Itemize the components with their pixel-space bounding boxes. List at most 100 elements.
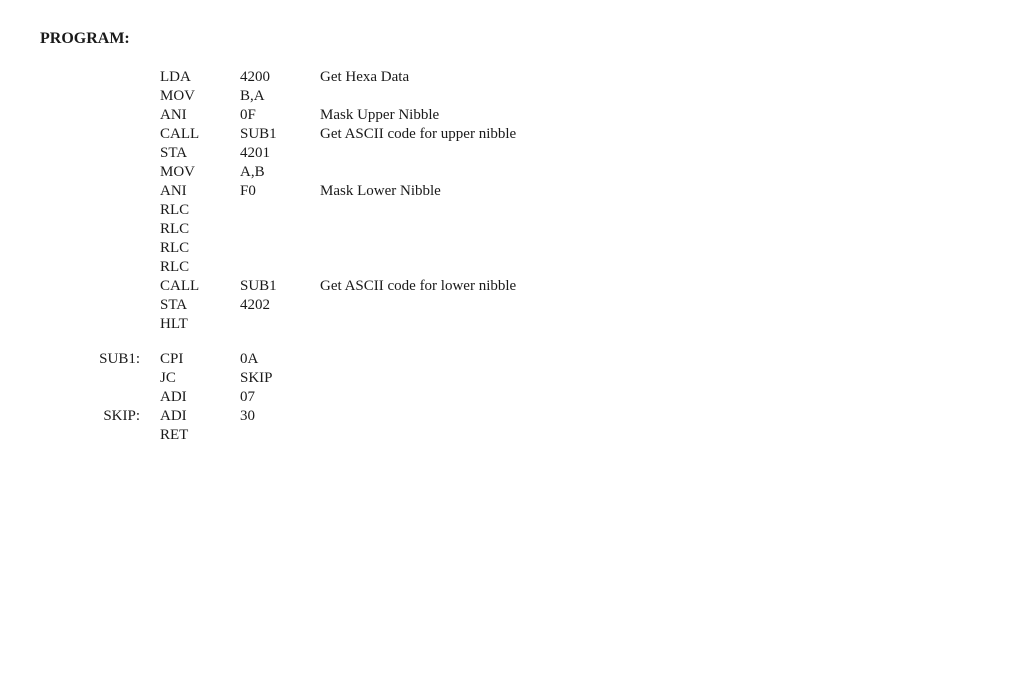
table-row: HLT xyxy=(40,315,516,334)
spacer-cell xyxy=(160,334,240,350)
comment-col: Mask Lower Nibble xyxy=(320,182,516,201)
table-row: RET xyxy=(40,426,516,445)
instruction-table: LDA 4200 Get Hexa Data MOV B,A ANI 0F Ma… xyxy=(40,68,516,445)
table-row: CALL SUB1 Get ASCII code for upper nibbl… xyxy=(40,125,516,144)
label-col xyxy=(40,239,160,258)
mnemonic-col: STA xyxy=(160,296,240,315)
label-col xyxy=(40,87,160,106)
mnemonic-col: HLT xyxy=(160,315,240,334)
operand-col: 4200 xyxy=(240,68,320,87)
operand-col: 4202 xyxy=(240,296,320,315)
spacer-row xyxy=(40,334,516,350)
table-row: ANI 0F Mask Upper Nibble xyxy=(40,106,516,125)
spacer-cell xyxy=(320,334,516,350)
label-col xyxy=(40,369,160,388)
mnemonic-col: RLC xyxy=(160,220,240,239)
table-row: JC SKIP xyxy=(40,369,516,388)
table-row: ADI 07 xyxy=(40,388,516,407)
comment-col xyxy=(320,426,516,445)
table-row: STA 4202 xyxy=(40,296,516,315)
mnemonic-col: ANI xyxy=(160,106,240,125)
label-col: SKIP: xyxy=(40,407,160,426)
operand-col: SUB1 xyxy=(240,277,320,296)
comment-col: Get Hexa Data xyxy=(320,68,516,87)
label-col xyxy=(40,182,160,201)
table-row: SKIP: ADI 30 xyxy=(40,407,516,426)
label-col xyxy=(40,426,160,445)
mnemonic-col: CALL xyxy=(160,125,240,144)
comment-col xyxy=(320,220,516,239)
mnemonic-col: RLC xyxy=(160,239,240,258)
comment-col xyxy=(320,369,516,388)
label-col xyxy=(40,220,160,239)
label-col xyxy=(40,201,160,220)
comment-col xyxy=(320,239,516,258)
label-col xyxy=(40,258,160,277)
operand-col: 30 xyxy=(240,407,320,426)
mnemonic-col: MOV xyxy=(160,163,240,182)
mnemonic-col: JC xyxy=(160,369,240,388)
operand-col: 0A xyxy=(240,350,320,369)
comment-col xyxy=(320,258,516,277)
label-col xyxy=(40,106,160,125)
operand-col: SKIP xyxy=(240,369,320,388)
table-row: ANI F0 Mask Lower Nibble xyxy=(40,182,516,201)
table-row: RLC xyxy=(40,239,516,258)
table-row: STA 4201 xyxy=(40,144,516,163)
comment-col xyxy=(320,407,516,426)
mnemonic-col: RLC xyxy=(160,258,240,277)
operand-col: A,B xyxy=(240,163,320,182)
operand-col: 4201 xyxy=(240,144,320,163)
operand-col: F0 xyxy=(240,182,320,201)
spacer-cell xyxy=(40,334,160,350)
comment-col xyxy=(320,296,516,315)
table-row: MOV A,B xyxy=(40,163,516,182)
program-section: PROGRAM: LDA 4200 Get Hexa Data MOV B,A … xyxy=(40,30,984,445)
operand-col: SUB1 xyxy=(240,125,320,144)
mnemonic-col: ADI xyxy=(160,407,240,426)
table-row: SUB1: CPI 0A xyxy=(40,350,516,369)
mnemonic-col: STA xyxy=(160,144,240,163)
operand-col xyxy=(240,315,320,334)
table-row: RLC xyxy=(40,220,516,239)
table-row: RLC xyxy=(40,201,516,220)
operand-col: 07 xyxy=(240,388,320,407)
mnemonic-col: MOV xyxy=(160,87,240,106)
label-col xyxy=(40,296,160,315)
comment-col: Get ASCII code for upper nibble xyxy=(320,125,516,144)
mnemonic-col: ANI xyxy=(160,182,240,201)
comment-col xyxy=(320,201,516,220)
comment-col xyxy=(320,388,516,407)
mnemonic-col: RLC xyxy=(160,201,240,220)
operand-col: 0F xyxy=(240,106,320,125)
comment-col xyxy=(320,87,516,106)
program-heading: PROGRAM: xyxy=(40,30,984,48)
operand-col xyxy=(240,426,320,445)
label-col xyxy=(40,144,160,163)
table-row: CALL SUB1 Get ASCII code for lower nibbl… xyxy=(40,277,516,296)
operand-col xyxy=(240,239,320,258)
label-col xyxy=(40,277,160,296)
comment-col xyxy=(320,163,516,182)
operand-col xyxy=(240,220,320,239)
comment-col: Get ASCII code for lower nibble xyxy=(320,277,516,296)
operand-col xyxy=(240,201,320,220)
label-col xyxy=(40,163,160,182)
spacer-cell xyxy=(240,334,320,350)
comment-col: Mask Upper Nibble xyxy=(320,106,516,125)
label-col xyxy=(40,125,160,144)
table-row: MOV B,A xyxy=(40,87,516,106)
comment-col xyxy=(320,315,516,334)
table-row: LDA 4200 Get Hexa Data xyxy=(40,68,516,87)
comment-col xyxy=(320,144,516,163)
label-col xyxy=(40,68,160,87)
label-col: SUB1: xyxy=(40,350,160,369)
mnemonic-col: CALL xyxy=(160,277,240,296)
comment-col xyxy=(320,350,516,369)
label-col xyxy=(40,388,160,407)
table-row: RLC xyxy=(40,258,516,277)
operand-col: B,A xyxy=(240,87,320,106)
mnemonic-col: CPI xyxy=(160,350,240,369)
label-col xyxy=(40,315,160,334)
mnemonic-col: LDA xyxy=(160,68,240,87)
